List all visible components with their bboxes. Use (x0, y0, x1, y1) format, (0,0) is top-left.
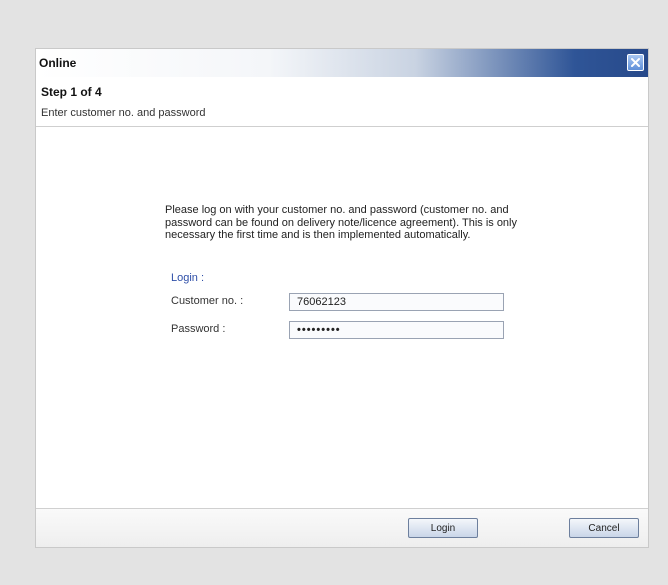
step-header: Step 1 of 4 Enter customer no. and passw… (36, 77, 648, 127)
password-label: Password : (171, 323, 226, 335)
login-section-label: Login : (171, 272, 205, 284)
step-title: Step 1 of 4 (41, 85, 102, 99)
customer-number-label: Customer no. : (171, 295, 244, 307)
dialog-title: Online (39, 56, 77, 70)
content-area: Please log on with your customer no. and… (36, 127, 648, 509)
password-input[interactable] (289, 321, 504, 339)
dialog-footer: Login Cancel (36, 508, 648, 547)
step-subtitle: Enter customer no. and password (41, 107, 206, 119)
close-icon (631, 58, 640, 67)
title-bar[interactable]: Online (36, 49, 648, 77)
close-button[interactable] (627, 54, 644, 71)
login-button[interactable]: Login (408, 518, 478, 538)
info-text: Please log on with your customer no. and… (165, 204, 517, 241)
online-dialog: Online Step 1 of 4 Enter customer no. an… (35, 48, 649, 548)
cancel-button[interactable]: Cancel (569, 518, 639, 538)
customer-number-input[interactable] (289, 293, 504, 311)
